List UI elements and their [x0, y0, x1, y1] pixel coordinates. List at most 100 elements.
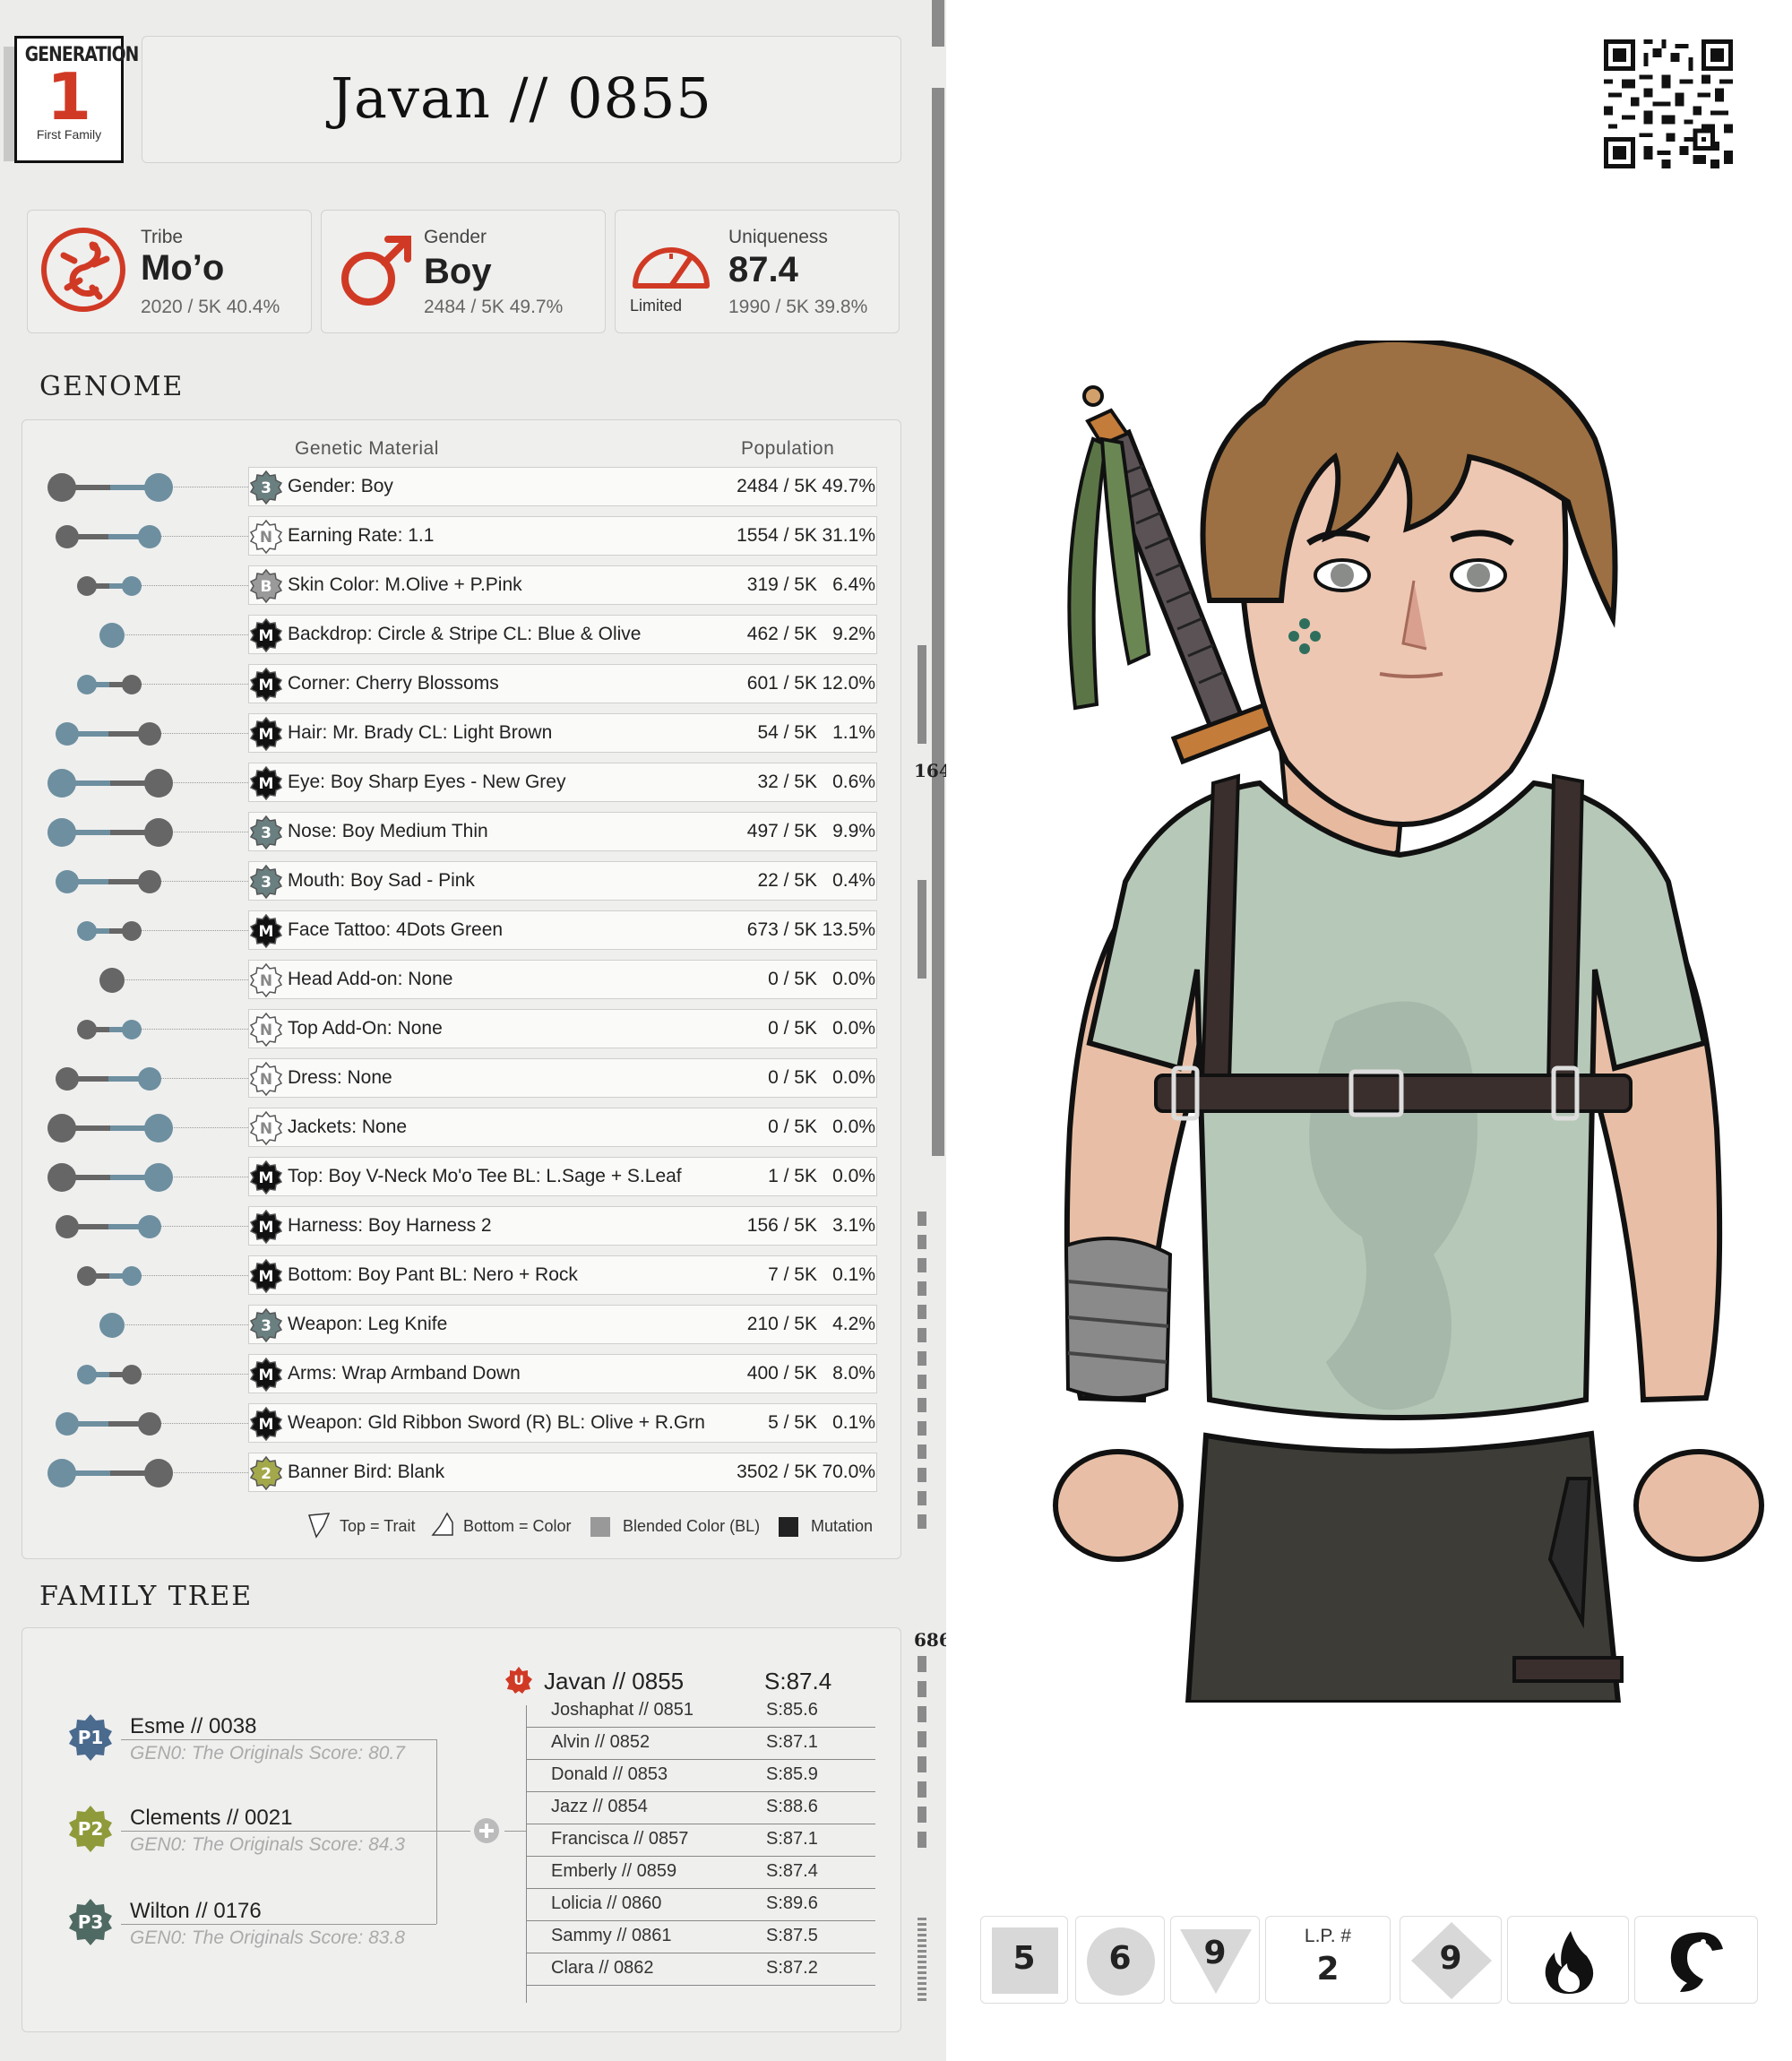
- gene-rarity-icon: N: [249, 1013, 283, 1047]
- gene-label: Banner Bird: Blank: [288, 1462, 445, 1482]
- gene-label: Earning Rate: 1.1: [288, 525, 435, 546]
- genome-row[interactable]: M Top: Boy V-Neck Mo'o Tee BL: L.Sage + …: [22, 1157, 902, 1198]
- card-stat-triangle[interactable]: 9: [1170, 1916, 1260, 2004]
- genome-row[interactable]: N Earning Rate: 1.1 1554 / 5K 31.1%: [22, 516, 902, 557]
- genome-row[interactable]: M Weapon: Gld Ribbon Sword (R) BL: Olive…: [22, 1403, 902, 1444]
- gene-dot-left: [77, 675, 97, 694]
- generation-badge: GENERATION 1 First Family: [14, 36, 139, 163]
- parent-name: Clements // 0021: [130, 1806, 293, 1830]
- card-value: 9: [1203, 1935, 1227, 1971]
- gene-percent: 13.5%: [822, 919, 875, 940]
- gene-rarity-letter: M: [259, 627, 274, 645]
- genome-row[interactable]: M Face Tattoo: 4Dots Green 673 / 5K 13.5%: [22, 910, 902, 952]
- sibling-divider: [526, 1856, 875, 1857]
- card-stat-diamond[interactable]: 9: [1400, 1916, 1502, 2004]
- gene-percent: 0.1%: [832, 1264, 875, 1285]
- uniqueness-label: Uniqueness: [728, 227, 828, 247]
- bracket-line: [436, 1739, 437, 1924]
- card-stat-circle[interactable]: 6: [1075, 1916, 1165, 2004]
- gene-rarity-icon: M: [249, 1358, 283, 1392]
- uniqueness-count: 1990 / 5K 39.8%: [728, 297, 868, 317]
- gene-dot-left: [47, 769, 76, 798]
- sibling-name: Jazz // 0854: [551, 1797, 648, 1816]
- gender-count: 2484 / 5K 49.7%: [424, 297, 564, 317]
- gene-rarity-icon: N: [249, 1062, 283, 1096]
- gene-dot-left: [47, 1163, 76, 1192]
- scroll-tick: [918, 1945, 926, 1947]
- gene-percent: 31.1%: [822, 525, 875, 546]
- gene-dot-right: [138, 525, 161, 548]
- sibling-name: Clara // 0862: [551, 1958, 654, 1978]
- scroll-tick: [918, 1731, 926, 1747]
- genome-row[interactable]: B Skin Color: M.Olive + P.Pink 319 / 5K 6.…: [22, 565, 902, 607]
- legend-mutation: Mutation: [811, 1517, 874, 1535]
- card-banner-bird[interactable]: [1634, 1916, 1758, 2004]
- gene-rarity-letter: N: [260, 1120, 272, 1138]
- genome-row[interactable]: 3 Gender: Boy 2484 / 5K 49.7%: [22, 467, 902, 508]
- sibling-score: S:85.6: [766, 1700, 818, 1720]
- bracket-line: [121, 1739, 436, 1740]
- gecko-icon: [41, 228, 125, 312]
- card-stat-square[interactable]: 5: [980, 1916, 1068, 2004]
- scroll-tick: [918, 1928, 926, 1931]
- qr-code[interactable]: [1604, 39, 1733, 168]
- sibling-divider: [526, 1791, 875, 1792]
- genome-row[interactable]: 2 Banner Bird: Blank 3502 / 5K 70.0%: [22, 1453, 902, 1494]
- genome-row[interactable]: M Harness: Boy Harness 2 156 / 5K 3.1%: [22, 1206, 902, 1247]
- sibling-score: S:87.5: [766, 1926, 818, 1945]
- gene-rarity-icon: M: [249, 618, 283, 652]
- gene-percent: 0.4%: [832, 870, 875, 891]
- parent-name: Wilton // 0176: [130, 1899, 262, 1923]
- scroll-marker: [932, 88, 944, 1156]
- sibling-name: Lolicia // 0860: [551, 1893, 662, 1913]
- genome-row[interactable]: M Eye: Boy Sharp Eyes - New Grey 32 / 5K 0…: [22, 763, 902, 804]
- genome-row[interactable]: N Jackets: None 0 / 5K 0.0%: [22, 1108, 902, 1149]
- gene-dot-right: [138, 1067, 161, 1091]
- scroll-tick: [918, 1998, 926, 2001]
- scroll-tick: [918, 1514, 926, 1529]
- genome-row[interactable]: N Top Add-On: None 0 / 5K 0.0%: [22, 1009, 902, 1050]
- self-badge-icon: U: [505, 1667, 532, 1694]
- gene-label: Backdrop: Circle & Stripe CL: Blue & Oli…: [288, 624, 642, 644]
- gene-count: 673 / 5K: [746, 919, 817, 940]
- genome-row[interactable]: M Corner: Cherry Blossoms 601 / 5K 12.0%: [22, 664, 902, 705]
- gene-percent: 9.9%: [832, 821, 875, 841]
- dotted-connector: [150, 1078, 248, 1079]
- genome-row[interactable]: 3 Weapon: Leg Knife 210 / 5K 4.2%: [22, 1305, 902, 1346]
- genome-row[interactable]: 3 Mouth: Boy Sad - Pink 22 / 5K 0.4%: [22, 861, 902, 902]
- generation-number: 1: [46, 59, 92, 134]
- card-value: 6: [1108, 1940, 1132, 1977]
- gene-dot-left: [47, 1459, 76, 1488]
- gene-count: 0 / 5K: [768, 1067, 817, 1088]
- genome-row[interactable]: M Backdrop: Circle & Stripe CL: Blue & O…: [22, 615, 902, 656]
- page-title: Javan // 0855: [331, 65, 712, 131]
- gene-dot-right: [122, 576, 142, 596]
- genome-row[interactable]: M Bottom: Boy Pant BL: Nero + Rock 7 / 5K…: [22, 1255, 902, 1297]
- scroll-tick: [918, 1375, 926, 1389]
- genome-row[interactable]: N Dress: None 0 / 5K 0.0%: [22, 1058, 902, 1099]
- gene-dot-right: [122, 675, 142, 694]
- gene-count: 1 / 5K: [768, 1166, 817, 1186]
- sibling-divider: [526, 1985, 875, 1986]
- genome-row[interactable]: M Arms: Wrap Armband Down 400 / 5K 8.0%: [22, 1354, 902, 1395]
- scroll-marker: [932, 0, 944, 47]
- scroll-tick: [918, 1807, 926, 1823]
- card-value: 5: [1012, 1940, 1036, 1977]
- genome-row[interactable]: 3 Nose: Boy Medium Thin 497 / 5K 9.9%: [22, 812, 902, 853]
- genome-row[interactable]: N Head Add-on: None 0 / 5K 0.0%: [22, 960, 902, 1001]
- card-lp[interactable]: L.P. # 2: [1265, 1916, 1391, 2004]
- tribe-label: Tribe: [141, 227, 184, 247]
- gene-dot-left: [47, 818, 76, 847]
- gene-label: Hair: Mr. Brady CL: Light Brown: [288, 722, 553, 743]
- gene-dot-left: [56, 1067, 79, 1091]
- sibling-name: Joshaphat // 0851: [551, 1700, 694, 1720]
- scroll-tick: [918, 1706, 926, 1722]
- card-element[interactable]: [1507, 1916, 1629, 2004]
- dotted-connector: [150, 1423, 248, 1424]
- gene-percent: 0.0%: [832, 969, 875, 989]
- gene-dot-right: [144, 1114, 173, 1143]
- genome-row[interactable]: M Hair: Mr. Brady CL: Light Brown 54 / 5K…: [22, 713, 902, 755]
- gene-dot-right: [138, 870, 161, 893]
- gene-rarity-icon: M: [249, 717, 283, 751]
- lp-value: 2: [1316, 1951, 1340, 1988]
